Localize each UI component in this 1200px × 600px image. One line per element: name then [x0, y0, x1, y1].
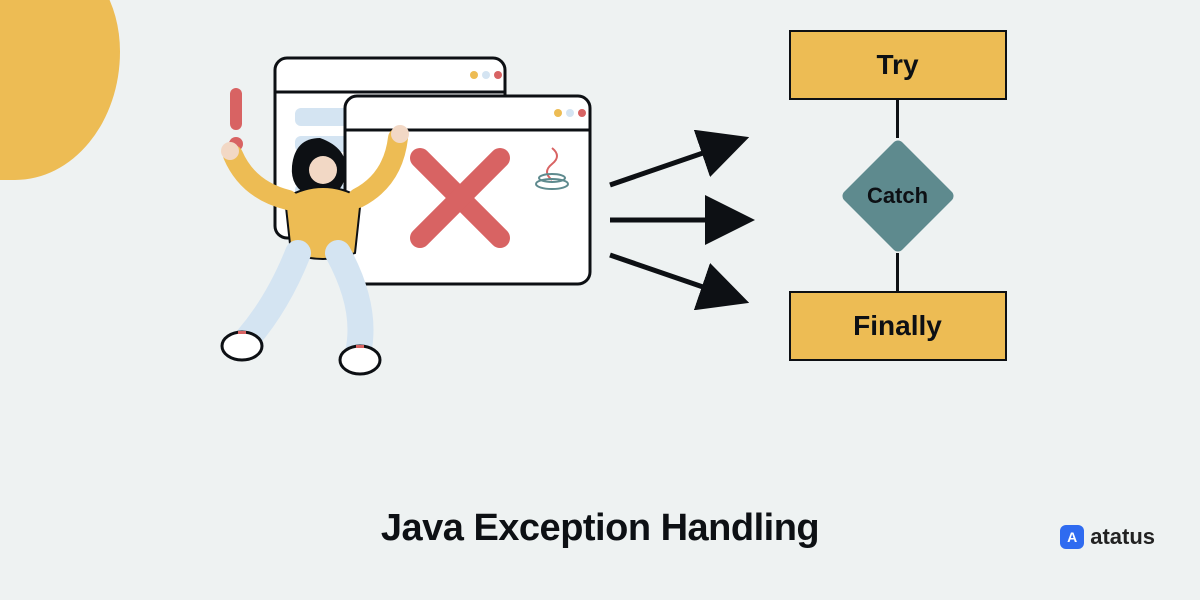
flow-box-finally: Finally — [789, 291, 1007, 361]
flow-diamond-catch: Catch — [840, 138, 955, 253]
flowchart: Try Catch Finally — [785, 30, 1010, 361]
brand-logo-letter: A — [1067, 529, 1077, 545]
flow-box-try: Try — [789, 30, 1007, 100]
arrows-to-flow — [600, 130, 770, 315]
brand-logo-icon: A — [1060, 525, 1084, 549]
decorative-blob — [0, 0, 120, 180]
page-title: Java Exception Handling — [381, 507, 819, 550]
flow-label-finally: Finally — [853, 310, 942, 342]
flow-label-catch: Catch — [867, 183, 928, 209]
flow-connector — [896, 100, 899, 138]
brand-name: atatus — [1090, 524, 1155, 550]
brand: A atatus — [1060, 524, 1155, 550]
exclamation-icon — [229, 88, 243, 151]
illustration-person-error — [180, 48, 600, 398]
flow-connector — [896, 253, 899, 291]
flow-label-try: Try — [876, 49, 918, 81]
